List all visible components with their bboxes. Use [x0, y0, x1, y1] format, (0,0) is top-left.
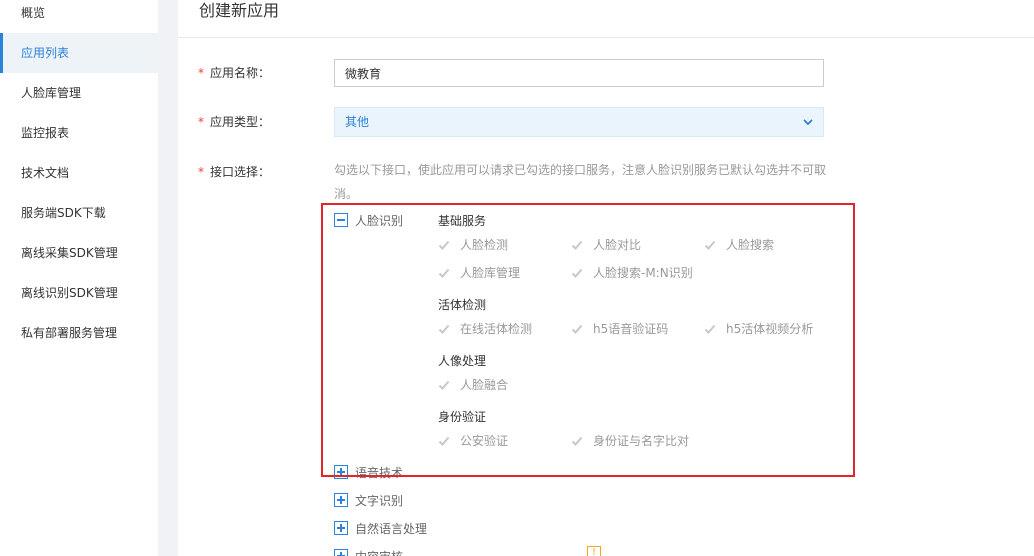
sidebar-item-tech-docs[interactable]: 技术文档 [0, 153, 158, 193]
tree-node-ocr[interactable]: 文字识别 [355, 492, 403, 509]
sidebar: 概览 应用列表 人脸库管理 监控报表 技术文档 服务端SDK下载 离线采集SDK… [0, 0, 158, 556]
sidebar-item-private-deploy[interactable]: 私有部署服务管理 [0, 313, 158, 353]
checkmark-icon [438, 240, 450, 250]
app-type-select[interactable]: 其他 [334, 107, 824, 137]
page-title: 创建新应用 [199, 1, 280, 20]
chevron-down-icon [803, 119, 813, 126]
checkbox-label: 在线活体检测 [460, 322, 533, 336]
checkbox-label: h5活体视频分析 [726, 322, 814, 336]
expand-icon[interactable] [334, 521, 348, 535]
checkmark-icon [704, 324, 716, 334]
collapse-icon[interactable] [334, 213, 348, 227]
checkmark-icon [438, 380, 450, 390]
api-select-label: * 接口选择： [198, 163, 270, 180]
checkbox-label: 人脸融合 [460, 378, 509, 392]
app-name-label: * 应用名称： [198, 64, 270, 81]
app-type-label: * 应用类型： [198, 113, 270, 130]
required-mark: * [198, 165, 204, 179]
checkbox-label: 人脸搜索-M:N识别 [593, 266, 693, 280]
checkmark-icon [438, 436, 450, 446]
app-name-label-text: 应用名称： [210, 66, 271, 80]
checkbox-label: h5语音验证码 [593, 322, 669, 336]
sidebar-item-server-sdk[interactable]: 服务端SDK下载 [0, 193, 158, 233]
expand-icon[interactable] [334, 465, 348, 479]
expand-icon[interactable] [334, 493, 348, 507]
checkmark-icon [571, 436, 583, 446]
checkbox-label: 人脸库管理 [460, 266, 521, 280]
checkbox-label: 人脸对比 [593, 238, 642, 252]
app-type-label-text: 应用类型： [210, 115, 271, 129]
sidebar-item-app-list[interactable]: 应用列表 [0, 33, 158, 73]
checkmark-icon [571, 268, 583, 278]
checkbox-label: 人脸检测 [460, 238, 509, 252]
app-type-value: 其他 [345, 115, 370, 129]
checkbox-label: 身份证与名字比对 [593, 434, 690, 448]
checkmark-icon [571, 324, 583, 334]
tree-node-nlp[interactable]: 自然语言处理 [355, 520, 427, 537]
app-name-input[interactable] [334, 59, 824, 87]
expand-icon[interactable] [334, 549, 348, 556]
tree-node-speech[interactable]: 语音技术 [355, 464, 403, 481]
api-select-hint: 勾选以下接口，使此应用可以请求已勾选的接口服务，注意人脸识别服务已默认勾选并不可… [334, 163, 827, 201]
required-mark: * [198, 115, 204, 129]
api-select-label-text: 接口选择： [210, 165, 271, 179]
checkbox-label: 公安验证 [460, 434, 509, 448]
checkmark-icon [704, 240, 716, 250]
tree-node-content-review[interactable]: 内容审核 [355, 548, 403, 556]
checkmark-icon [571, 240, 583, 250]
group-title-identity: 身份验证 [438, 410, 487, 424]
group-title-liveness: 活体检测 [438, 298, 487, 312]
group-title-basic: 基础服务 [438, 214, 487, 228]
info-badge-icon: ! [587, 546, 601, 556]
checkmark-icon [438, 268, 450, 278]
sidebar-item-overview[interactable]: 概览 [0, 0, 158, 33]
sidebar-item-face-library[interactable]: 人脸库管理 [0, 73, 158, 113]
sidebar-item-offline-capture-sdk[interactable]: 离线采集SDK管理 [0, 233, 158, 273]
checkbox-label: 人脸搜索 [726, 238, 775, 252]
sidebar-item-offline-recognition-sdk[interactable]: 离线识别SDK管理 [0, 273, 158, 313]
required-mark: * [198, 66, 204, 80]
group-title-portrait: 人像处理 [438, 354, 487, 368]
title-divider [178, 37, 1034, 38]
main-panel: 创建新应用 * 应用名称： * 应用类型： 其他 * 接口选择： 勾选以下接口，使此应… [178, 0, 1034, 556]
sidebar-item-monitor-report[interactable]: 监控报表 [0, 113, 158, 153]
checkmark-icon [438, 324, 450, 334]
tree-node-face-recognition[interactable]: 人脸识别 [355, 212, 403, 229]
